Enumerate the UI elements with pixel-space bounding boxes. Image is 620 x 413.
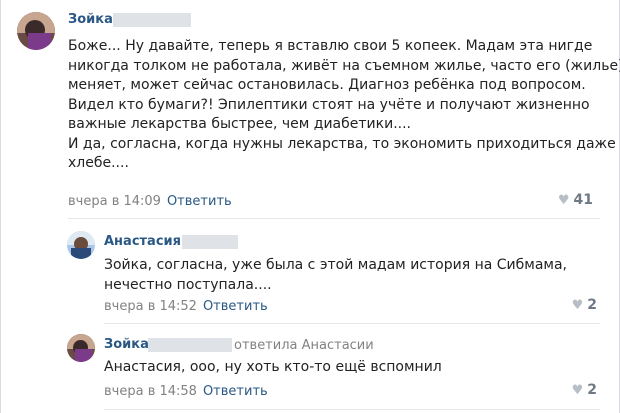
heart-icon: ♥ — [557, 193, 570, 208]
comment-author[interactable]: Анастасия — [104, 234, 181, 249]
like-button[interactable]: ♥ 2 — [572, 297, 597, 313]
comment-meta: вчера в 14:09 Ответить — [68, 194, 232, 209]
like-count: 2 — [587, 297, 597, 313]
comment-time[interactable]: вчера в 14:09 — [68, 194, 161, 209]
heart-icon: ♥ — [571, 298, 584, 313]
comments-panel: Зойка Боже... Ну давайте, теперь я встав… — [0, 0, 620, 413]
comment-text: Анастасия, ооо, ну хоть кто-то ещё вспом… — [104, 359, 442, 375]
redacted-surname — [148, 338, 232, 352]
comment-author[interactable]: Зойка — [104, 337, 149, 352]
like-button[interactable]: ♥ 41 — [558, 192, 593, 208]
like-button[interactable]: ♥ 2 — [572, 382, 597, 398]
reply-button[interactable]: Ответить — [203, 384, 268, 399]
divider — [104, 409, 600, 410]
divider — [104, 323, 600, 324]
avatar[interactable] — [67, 231, 95, 259]
comment-author[interactable]: Зойка — [68, 12, 113, 27]
comment-text: Боже... Ну давайте, теперь я вставлю сво… — [68, 38, 620, 171]
comment-meta: вчера в 14:58 Ответить — [104, 384, 268, 399]
reply-to-label[interactable]: ответила Анастасии — [234, 338, 374, 353]
comment-meta: вчера в 14:52 Ответить — [104, 299, 268, 314]
reply-button[interactable]: Ответить — [203, 299, 268, 314]
comment-text: Зойка, согласна, уже была с этой мадам и… — [104, 257, 567, 293]
redacted-surname — [182, 235, 238, 249]
divider — [68, 218, 600, 219]
comment-time[interactable]: вчера в 14:52 — [104, 299, 197, 314]
heart-icon: ♥ — [571, 383, 584, 398]
avatar[interactable] — [17, 12, 55, 50]
like-count: 41 — [573, 192, 593, 208]
like-count: 2 — [587, 382, 597, 398]
reply-button[interactable]: Ответить — [167, 194, 232, 209]
avatar[interactable] — [67, 334, 95, 362]
redacted-surname — [113, 13, 191, 27]
comment-time[interactable]: вчера в 14:58 — [104, 384, 197, 399]
